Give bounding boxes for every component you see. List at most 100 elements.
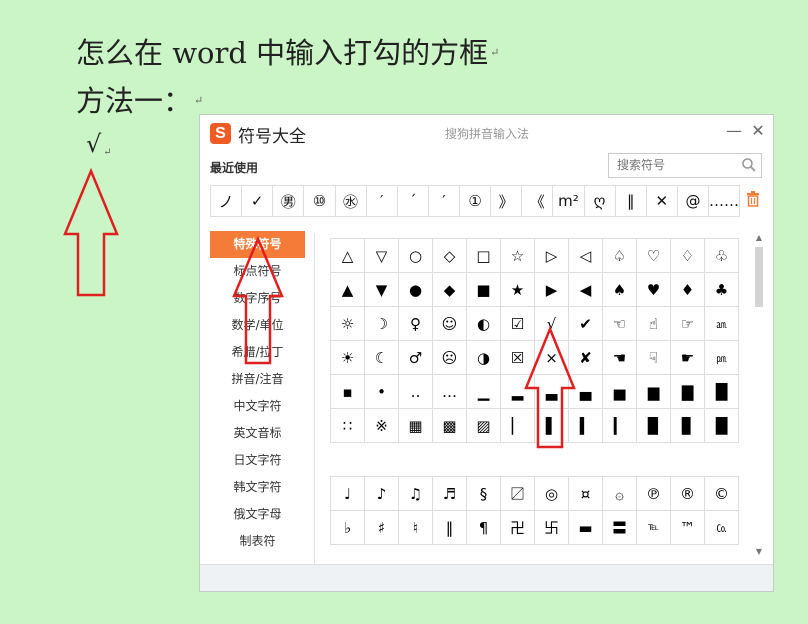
symbol-cell[interactable]: ☝ — [637, 307, 671, 341]
symbol-cell[interactable]: ▽ — [365, 239, 399, 273]
symbol-cell[interactable]: ▍ — [569, 409, 603, 443]
symbol-cell[interactable]: √ — [535, 307, 569, 341]
symbol-cell[interactable]: × — [535, 341, 569, 375]
symbol-cell[interactable]: ℡ — [637, 511, 671, 545]
search-box[interactable] — [608, 153, 762, 178]
symbol-cell[interactable]: ♀ — [399, 307, 433, 341]
symbol-cell[interactable]: ℗ — [637, 477, 671, 511]
symbol-cell[interactable]: ▃ — [535, 375, 569, 409]
symbol-cell[interactable]: ▦ — [399, 409, 433, 443]
scroll-down-icon[interactable]: ▼ — [754, 547, 764, 557]
category-item[interactable]: 英文音标 — [210, 420, 305, 447]
symbol-cell[interactable]: ♡ — [637, 239, 671, 273]
symbol-cell[interactable]: ◀ — [569, 273, 603, 307]
symbol-cell[interactable]: █ — [705, 375, 739, 409]
recent-symbol[interactable]: ✕ — [647, 186, 678, 216]
symbol-cell[interactable]: ® — [671, 477, 705, 511]
symbol-cell[interactable]: ▨ — [467, 409, 501, 443]
category-item[interactable]: 日文字符 — [210, 447, 305, 474]
category-item[interactable]: 希腊/拉丁 — [210, 339, 305, 366]
symbol-cell[interactable]: ¶ — [467, 511, 501, 545]
symbol-cell[interactable]: █ — [705, 409, 739, 443]
symbol-cell[interactable]: ♬ — [433, 477, 467, 511]
symbol-cell[interactable]: □ — [467, 239, 501, 273]
recent-symbol[interactable]: ⑩ — [304, 186, 336, 216]
symbol-cell[interactable]: ■ — [467, 273, 501, 307]
category-item[interactable]: 拼音/注音 — [210, 366, 305, 393]
symbol-cell[interactable]: ♫ — [399, 477, 433, 511]
symbol-cell[interactable]: ☀ — [331, 341, 365, 375]
search-icon[interactable] — [741, 157, 757, 173]
symbol-cell[interactable]: ‖ — [433, 511, 467, 545]
recent-symbol[interactable]: ① — [460, 186, 492, 216]
recent-symbol[interactable]: 《 — [522, 186, 554, 216]
scrollbar-thumb[interactable] — [755, 247, 763, 307]
symbol-cell[interactable]: ♂ — [399, 341, 433, 375]
symbol-cell[interactable]: ☼ — [331, 307, 365, 341]
recent-symbol[interactable]: ′ — [429, 186, 460, 216]
symbol-cell[interactable]: 〓 — [603, 511, 637, 545]
category-item[interactable]: 中文字符 — [210, 393, 305, 420]
scroll-up-icon[interactable]: ▲ — [754, 233, 764, 243]
symbol-cell[interactable]: △ — [331, 239, 365, 273]
category-item[interactable]: 制表符 — [210, 528, 305, 555]
close-button[interactable]: ✕ — [748, 121, 768, 140]
symbol-cell[interactable]: ♭ — [331, 511, 365, 545]
symbol-cell[interactable]: ♢ — [671, 239, 705, 273]
category-item[interactable]: 俄文字母 — [210, 501, 305, 528]
symbol-cell[interactable]: ☹ — [433, 341, 467, 375]
symbol-cell[interactable]: ‥ — [399, 375, 433, 409]
category-item[interactable]: 数字序号 — [210, 285, 305, 312]
symbol-cell[interactable]: ♤ — [603, 239, 637, 273]
symbol-cell[interactable]: ♯ — [365, 511, 399, 545]
symbol-cell[interactable]: ☞ — [671, 307, 705, 341]
category-item[interactable]: 特殊符号 — [210, 231, 305, 258]
symbol-cell[interactable]: ¤ — [569, 477, 603, 511]
recent-symbol[interactable]: ‖ — [616, 186, 647, 216]
symbol-cell[interactable]: ▇ — [671, 375, 705, 409]
symbol-cell[interactable]: ☛ — [671, 341, 705, 375]
symbol-cell[interactable]: ☽ — [365, 307, 399, 341]
recent-symbol[interactable]: ノ — [211, 186, 243, 216]
symbol-cell[interactable]: ▁ — [467, 375, 501, 409]
symbol-cell[interactable]: ○ — [399, 239, 433, 273]
symbol-cell[interactable]: ☒ — [501, 341, 535, 375]
symbol-cell[interactable]: ▌ — [535, 409, 569, 443]
symbol-cell[interactable]: ▩ — [433, 409, 467, 443]
symbol-cell[interactable]: ◑ — [467, 341, 501, 375]
symbol-cell[interactable]: 卐 — [535, 511, 569, 545]
symbol-cell[interactable]: 〼 — [501, 477, 535, 511]
symbol-cell[interactable]: ☟ — [637, 341, 671, 375]
symbol-cell[interactable]: ♪ — [365, 477, 399, 511]
recent-symbol[interactable]: ㊚ — [273, 186, 305, 216]
symbol-cell[interactable]: ㏂ — [705, 307, 739, 341]
symbol-cell[interactable]: ✘ — [569, 341, 603, 375]
symbol-cell[interactable]: ▬ — [569, 511, 603, 545]
symbol-cell[interactable]: ▲ — [331, 273, 365, 307]
symbol-cell[interactable]: ★ — [501, 273, 535, 307]
symbol-cell[interactable]: • — [365, 375, 399, 409]
symbol-cell[interactable]: ▼ — [365, 273, 399, 307]
recent-symbol[interactable]: 》 — [491, 186, 523, 216]
symbol-cell[interactable]: ▶ — [535, 273, 569, 307]
symbol-cell[interactable]: ◎ — [535, 477, 569, 511]
symbol-cell[interactable]: ▅ — [603, 375, 637, 409]
symbol-cell[interactable]: ▆ — [637, 375, 671, 409]
symbol-cell[interactable]: ▎ — [603, 409, 637, 443]
symbol-cell[interactable]: ♧ — [705, 239, 739, 273]
symbol-cell[interactable]: § — [467, 477, 501, 511]
trash-icon[interactable] — [746, 191, 760, 207]
symbol-cell[interactable]: © — [705, 477, 739, 511]
symbol-cell[interactable]: ◇ — [433, 239, 467, 273]
recent-symbol[interactable]: …… — [709, 186, 739, 216]
symbol-cell[interactable]: ♦ — [671, 273, 705, 307]
recent-symbol[interactable]: ღ — [585, 186, 616, 216]
symbol-cell[interactable]: ◆ — [433, 273, 467, 307]
symbol-cell[interactable]: ∷ — [331, 409, 365, 443]
symbol-cell[interactable]: ♠ — [603, 273, 637, 307]
recent-symbol[interactable]: m² — [553, 186, 585, 216]
symbol-cell[interactable]: ▂ — [501, 375, 535, 409]
symbol-cell[interactable]: … — [433, 375, 467, 409]
symbol-cell[interactable]: ㏇ — [705, 511, 739, 545]
recent-symbol[interactable]: ′ — [367, 186, 398, 216]
